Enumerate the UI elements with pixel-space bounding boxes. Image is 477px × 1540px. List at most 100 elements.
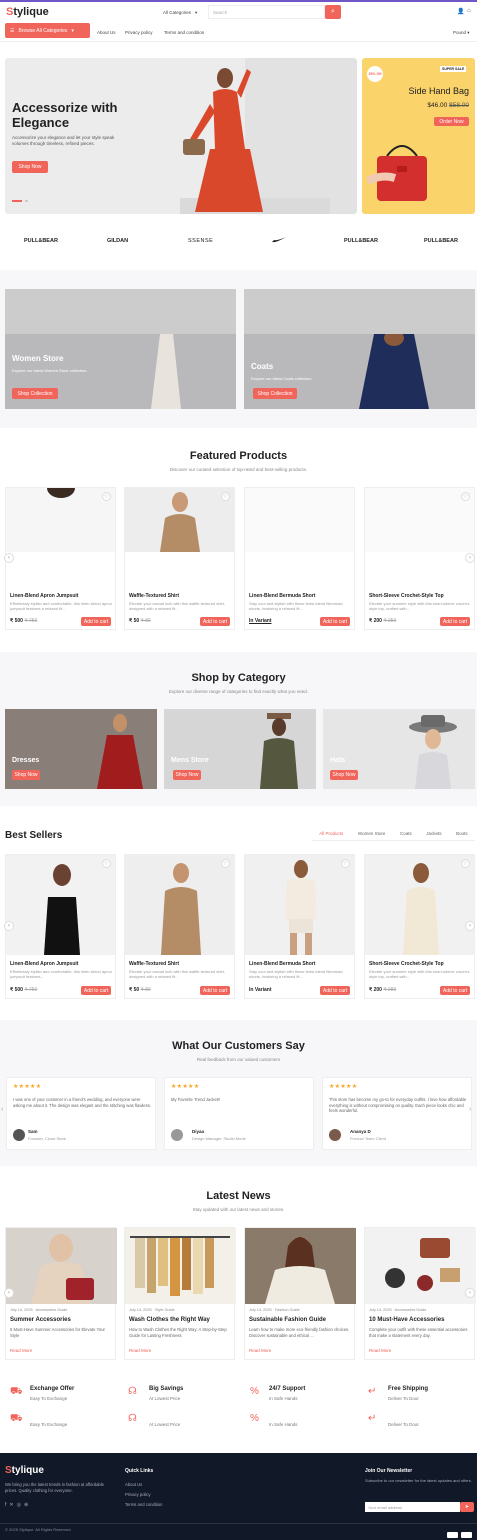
wishlist-icon[interactable]: ♡ [102,859,111,868]
product-card[interactable]: Linen-Blend Bermuda Short Stay cool and … [244,487,355,630]
order-now-button[interactable]: Order Now [434,117,469,126]
news-next-button[interactable]: › [465,1288,475,1298]
add-to-cart-button[interactable]: Add to cart [320,617,350,626]
newsletter-submit-button[interactable]: ➤ [460,1502,474,1512]
add-to-cart-button[interactable]: Add to cart [200,986,230,995]
category-title: Hats [330,757,346,764]
tab-jackets[interactable]: Jackets [426,831,441,836]
news-meta: July 14, 2025 · Accessories Guide [369,1308,427,1312]
news-card[interactable]: July 14, 2025 · Accessories Guide Summer… [5,1227,117,1360]
product-card[interactable]: ♡ Linen-Blend Apron Jumpsuit Effortlessl… [5,854,116,999]
footer-logo[interactable]: Stylique [5,1465,44,1476]
news-card[interactable]: July 14, 2025 · Accessories Guide 10 Mus… [364,1227,476,1360]
testimonial-prev-button[interactable]: ‹ [1,1106,3,1113]
category-select[interactable]: All Categories ▾ [163,7,208,18]
globe-icon[interactable]: ⊕ [24,1502,31,1508]
carousel-prev-button[interactable]: ‹ [4,921,14,931]
product-card[interactable]: ♡ Linen-Blend Bermuda Short Stay cool an… [244,854,355,999]
tab-coats[interactable]: Coats [400,831,412,836]
product-name[interactable]: Linen-Blend Bermuda Short [249,961,349,967]
add-to-cart-button[interactable]: Add to cart [320,986,350,995]
instagram-icon[interactable]: ◎ [17,1502,24,1508]
logo[interactable]: Stylique [6,6,49,18]
tab-all-products[interactable]: All Products [319,831,343,836]
search-button[interactable]: ⌕ [325,5,341,19]
footer-link-about[interactable]: About Us [125,1482,142,1487]
wishlist-icon[interactable]: ♡ [341,859,350,868]
shop-collection-button[interactable]: Shop Collection [253,388,297,399]
category-card-mens-store[interactable]: Mens Store Shop Now [164,709,316,789]
tab-boots[interactable]: Boots [456,831,468,836]
wishlist-icon[interactable]: ♡ [461,859,470,868]
category-card-hats[interactable]: Hats Shop Now [323,709,475,789]
newsletter-email-input[interactable]: Your email address [365,1502,460,1512]
product-name[interactable]: Linen-Blend Bermuda Short [249,593,349,599]
carousel-next-button[interactable]: › [465,553,475,563]
add-to-cart-button[interactable]: Add to cart [440,986,470,995]
shop-collection-button[interactable]: Shop Collection [12,388,58,399]
add-to-cart-button[interactable]: Add to cart [200,617,230,626]
product-card[interactable]: ♡ Linen-Blend Apron Jumpsuit Effortlessl… [5,487,116,630]
product-card[interactable]: ♡ Waffle-Textured Shirt Elevate your cas… [124,487,235,630]
nav-privacy[interactable]: Privacy policy [125,30,153,35]
twitter-icon[interactable]: ✕ [9,1502,16,1508]
product-name[interactable]: Linen-Blend Apron Jumpsuit [10,961,110,967]
product-card[interactable]: ♡ Short-Sleeve Crochet-Style Top Elevate… [364,854,475,999]
footer-link-privacy[interactable]: Privacy policy [125,1492,151,1497]
product-name[interactable]: Waffle-Textured Shirt [129,593,229,599]
news-card-title[interactable]: Wash Clothes the Right Way [129,1317,210,1323]
shop-now-button[interactable]: Shop Now [12,770,40,780]
news-card[interactable]: July 14, 2025 · Style Guide Wash Clothes… [124,1227,236,1360]
add-to-cart-button[interactable]: Add to cart [81,617,111,626]
brand-logo: PULL&BEAR [424,238,458,244]
carousel-next-button[interactable]: › [465,921,475,931]
product-name[interactable]: Short-Sleeve Crochet-Style Top [369,593,469,599]
browse-categories-button[interactable]: ☰ Browse All Categories ▾ [5,23,90,38]
currency-select[interactable]: Pound ▾ [453,30,470,36]
nav-about[interactable]: About Us [97,30,116,35]
star-rating: ★★★★★ [171,1084,200,1090]
user-icon[interactable]: 👤 [457,8,464,15]
news-card-title[interactable]: Summer Accessories [10,1317,71,1323]
footer-link-terms[interactable]: Terms and condition [125,1502,162,1507]
wishlist-icon[interactable]: ♡ [102,492,111,501]
news-prev-button[interactable]: ‹ [4,1288,14,1298]
slider-dot-active[interactable] [12,200,22,202]
news-card-title[interactable]: 10 Must-Have Accessories [369,1317,444,1323]
product-desc: Elevate your summer style with this shor… [369,601,471,611]
nav-terms[interactable]: Terms and condition [164,30,204,35]
product-card[interactable]: ♡ Short-Sleeve Crochet-Style Top Elevate… [364,487,475,630]
product-name[interactable]: Waffle-Textured Shirt [129,961,229,967]
add-to-cart-button[interactable]: Add to cart [81,986,111,995]
product-name[interactable]: Linen-Blend Apron Jumpsuit [10,593,110,599]
shop-now-button[interactable]: Shop Now [330,770,358,780]
slider-dot[interactable] [25,200,28,202]
read-more-link[interactable]: Read More [249,1348,271,1353]
hero-shop-now-button[interactable]: Shop Now [12,161,48,173]
product-card[interactable]: ♡ Waffle-Textured Shirt Elevate your cas… [124,854,235,999]
testimonial-card: ★★★★★ My Favorite Trend Jacket!! Diyaa D… [164,1077,314,1150]
product-price: ₹ 500 ₹ 750 [10,618,38,624]
read-more-link[interactable]: Read More [369,1348,391,1353]
category-card-dresses[interactable]: Dresses Shop Now [5,709,157,789]
testimonial-next-button[interactable]: › [469,1106,471,1113]
tab-women-store[interactable]: Women Store [358,831,385,836]
shop-now-button[interactable]: Shop Now [173,770,201,780]
news-card-title[interactable]: Sustainable Fashion Guide [249,1317,326,1323]
search-input[interactable]: Search [208,5,325,19]
social-icons[interactable]: f✕◎⊕ [5,1502,31,1508]
product-price: In Variant [249,618,272,624]
wishlist-icon[interactable]: ♡ [221,859,230,868]
news-card[interactable]: July 14, 2025 · Fashion Guide Sustainabl… [244,1227,356,1360]
wishlist-icon[interactable]: ♡ [221,492,230,501]
read-more-link[interactable]: Read More [10,1348,32,1353]
testimonial-text: This store has become my go-to for every… [329,1097,467,1113]
carousel-prev-button[interactable]: ‹ [4,553,14,563]
product-name[interactable]: Short-Sleeve Crochet-Style Top [369,961,469,967]
add-to-cart-button[interactable]: Add to cart [440,617,470,626]
avatar [13,1129,25,1141]
hats-image [409,715,457,789]
cart-icon[interactable]: ⌂ [467,8,471,14]
wishlist-icon[interactable]: ♡ [461,492,470,501]
read-more-link[interactable]: Read More [129,1348,151,1353]
